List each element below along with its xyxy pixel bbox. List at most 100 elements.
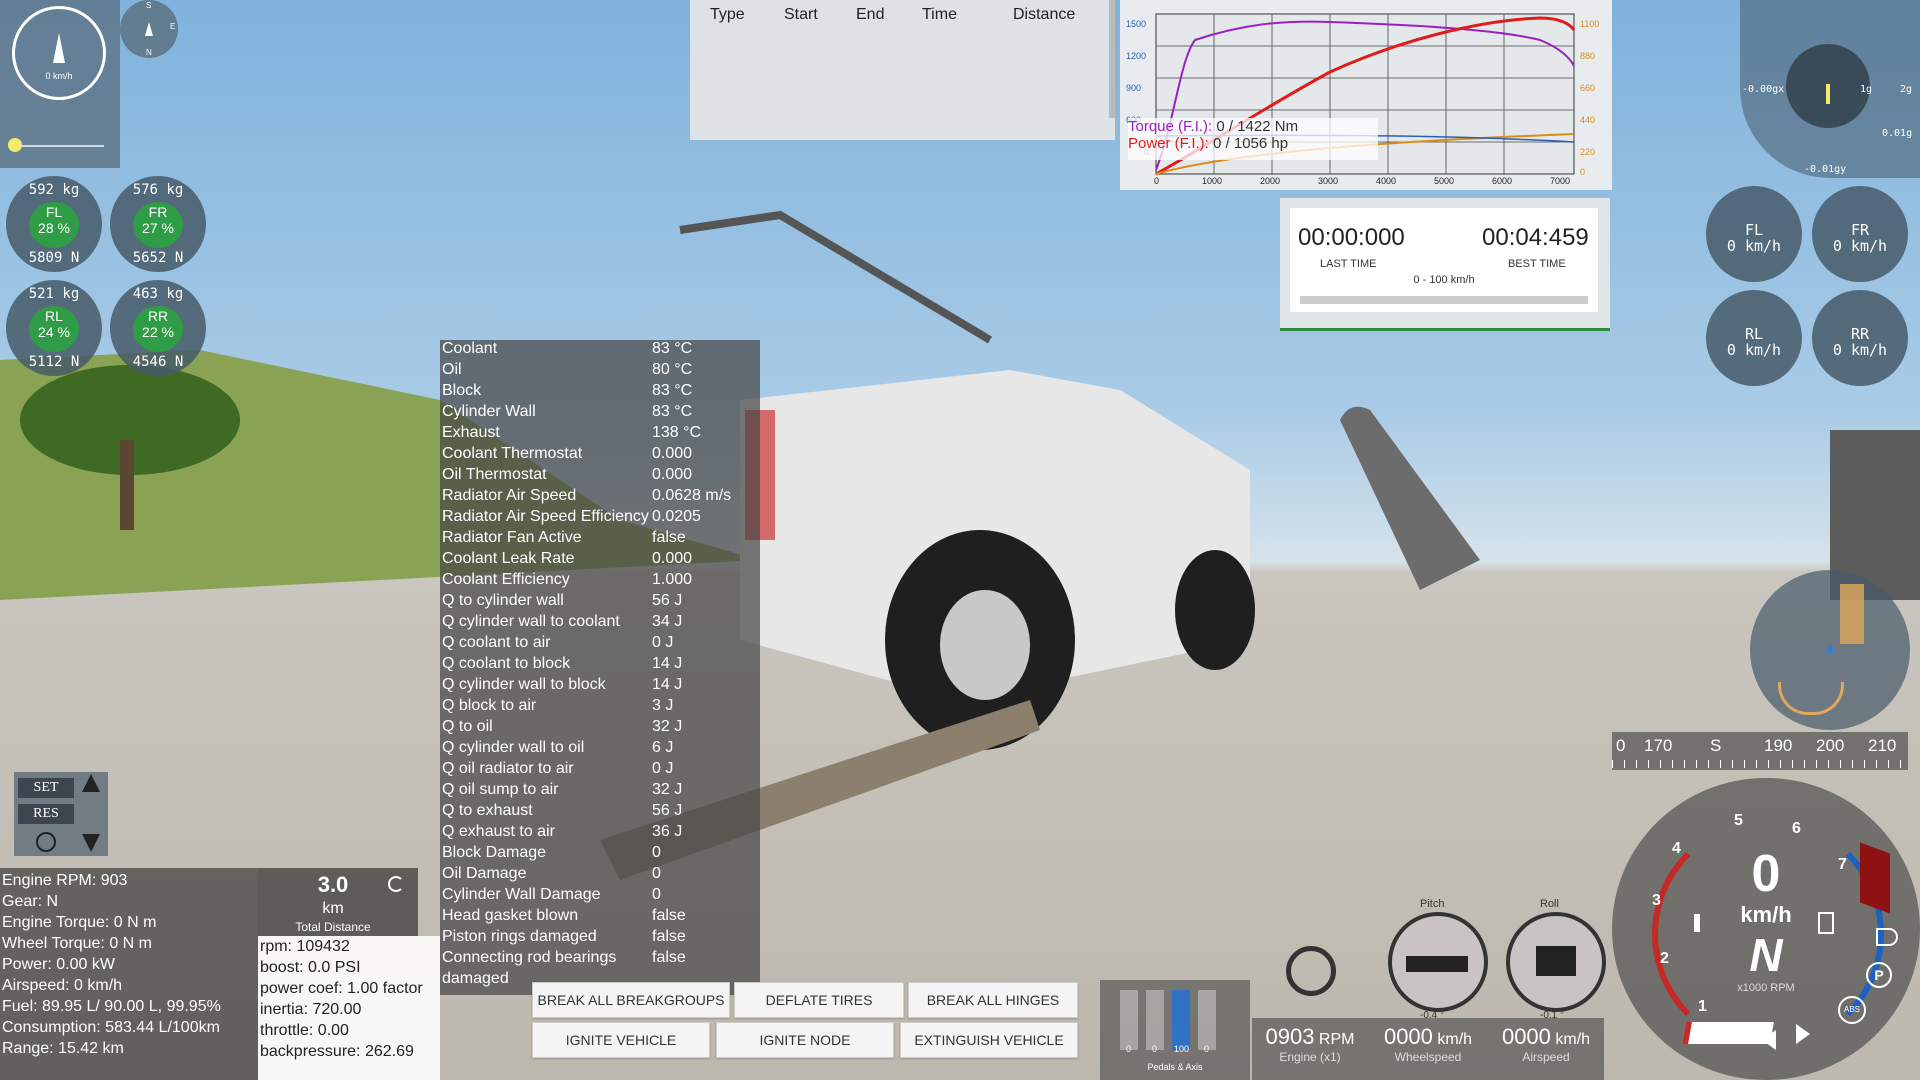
thermal-key: Piston rings damaged bbox=[442, 928, 597, 945]
ignite-vehicle-button[interactable]: IGNITE VEHICLE bbox=[532, 1022, 710, 1058]
thermal-key: Q oil sump to air bbox=[442, 781, 559, 798]
graph-legend: Torque (F.I.): 0 / 1422 Nm Power (F.I.):… bbox=[1128, 118, 1378, 160]
col-header-type: Type bbox=[710, 6, 745, 23]
g-force-x: -0.00gx bbox=[1742, 84, 1785, 95]
speed-readouts: 0903 RPM Engine (x1) 0000 km/h Wheelspeed … bbox=[1252, 1018, 1604, 1080]
thermal-row: Q exhaust to air 36 J bbox=[442, 823, 682, 844]
tick-label: 660 bbox=[1580, 83, 1596, 93]
readout-value: 0903 bbox=[1265, 1024, 1315, 1049]
thermal-key: Q cylinder wall to coolant bbox=[442, 613, 620, 630]
readout-unit: RPM bbox=[1318, 1031, 1355, 1048]
thermal-value: 0.000 bbox=[652, 550, 693, 567]
thermal-value: 83 °C bbox=[652, 382, 693, 399]
rpm-tick: 6 bbox=[1792, 820, 1801, 837]
thermal-value: false bbox=[652, 907, 686, 924]
thermal-value: 0 bbox=[652, 844, 661, 861]
speed-label: 0 km/h bbox=[45, 71, 73, 81]
pitch-indicator bbox=[1388, 912, 1488, 1012]
g-force-2g: 2g bbox=[1900, 84, 1913, 95]
thermal-value: 0 J bbox=[652, 634, 674, 651]
wheel-load-kg: 463 kg bbox=[132, 286, 184, 302]
distance-label: Total Distance bbox=[295, 920, 371, 934]
map-road-curve bbox=[1778, 682, 1844, 715]
col-header-time: Time bbox=[922, 6, 957, 23]
abs-icon: ABS bbox=[1838, 996, 1866, 1024]
speed-slider-handle[interactable] bbox=[8, 138, 22, 152]
extinguish-vehicle-button[interactable]: EXTINGUISH VEHICLE bbox=[900, 1022, 1078, 1058]
vehicle-info-line: Range: 15.42 km bbox=[2, 1040, 124, 1057]
g-force-y-neg: -0.01gy bbox=[1804, 164, 1847, 175]
tick-label: 1000 bbox=[1202, 176, 1223, 186]
wheel-speed-rl: RL 0 km/h bbox=[1706, 290, 1802, 386]
break-all-hinges-button[interactable]: BREAK ALL HINGES bbox=[908, 982, 1078, 1018]
wheel-speed-rr: RR 0 km/h bbox=[1812, 290, 1908, 386]
thermal-row: Head gasket blown false bbox=[442, 907, 686, 928]
speed-dial: 0 km/h bbox=[12, 6, 106, 100]
heading-tape: 0 170 S 190 200 210 bbox=[1612, 732, 1908, 770]
table-scrollbar[interactable] bbox=[1109, 0, 1115, 118]
vehicle-info-line: Gear: N bbox=[2, 893, 59, 910]
forced-induction-panel: rpm: 109432 boost: 0.0 PSI power coef: 1.0… bbox=[258, 936, 440, 1080]
tick-label: 0 bbox=[1154, 176, 1160, 186]
pedal-bar bbox=[1146, 990, 1164, 1050]
thermal-key: Coolant bbox=[442, 340, 498, 357]
thermal-row: Q cylinder wall to block 14 J bbox=[442, 676, 682, 697]
thermal-key: Q cylinder wall to oil bbox=[442, 739, 585, 756]
wheel-id: FL bbox=[45, 204, 63, 220]
engine-thermal-panel: Coolant 83 °C Oil 80 °C Block 83 °C Cylinder W… bbox=[440, 340, 760, 995]
wheel-speed: 0 km/h bbox=[1832, 341, 1888, 359]
thermal-value: 0.0205 bbox=[652, 508, 701, 525]
thermal-value: false bbox=[652, 529, 686, 546]
wheel-load-badge: FL 28 % bbox=[29, 202, 79, 248]
thermal-value: 83 °C bbox=[652, 403, 693, 420]
pedal-bar bbox=[1198, 990, 1216, 1050]
readout-label: Wheelspeed bbox=[1394, 1050, 1462, 1064]
thermal-key: Connecting rod bearings bbox=[442, 949, 617, 966]
thermal-value: 83 °C bbox=[652, 340, 693, 357]
parking-brake-icon: P bbox=[1866, 962, 1892, 988]
thermal-value: 0.000 bbox=[652, 466, 693, 483]
thermal-row: Exhaust 138 °C bbox=[442, 424, 701, 445]
truck-rear-icon bbox=[1536, 946, 1576, 976]
col-header-start: Start bbox=[784, 6, 818, 23]
headlight-icon bbox=[1876, 928, 1898, 946]
thermal-key: Q to exhaust bbox=[442, 802, 533, 819]
heading-tick: 190 bbox=[1764, 736, 1793, 755]
pedal-value: 0 bbox=[1204, 1044, 1210, 1054]
ignite-node-button[interactable]: IGNITE NODE bbox=[716, 1022, 894, 1058]
cruise-up-icon[interactable] bbox=[82, 774, 100, 792]
rpm-tick: 5 bbox=[1734, 812, 1743, 829]
thermal-row: Block 83 °C bbox=[442, 382, 692, 403]
pedals-title: Pedals & Axis bbox=[1147, 1062, 1203, 1072]
front-wheel bbox=[1175, 550, 1255, 670]
total-distance: 3.0 km Total Distance bbox=[258, 868, 418, 936]
thermal-value: 6 J bbox=[652, 739, 674, 756]
game-viewport[interactable]: 0 km/h S E N 592 kg FL 28 % 5809 N 576 kg… bbox=[0, 0, 1920, 1080]
player-marker-icon bbox=[1826, 644, 1834, 653]
minimap[interactable] bbox=[1750, 570, 1910, 730]
thermal-key: Cylinder Wall Damage bbox=[442, 886, 601, 903]
heading-tick: 210 bbox=[1868, 736, 1897, 755]
thermal-value: 34 J bbox=[652, 613, 683, 630]
cruise-set-button[interactable]: SET bbox=[18, 778, 74, 798]
thermal-key: Q cylinder wall to block bbox=[442, 676, 606, 693]
thermal-key: Q oil radiator to air bbox=[442, 760, 574, 777]
cruise-res-button[interactable]: RES bbox=[18, 804, 74, 824]
thermal-value: 36 J bbox=[652, 823, 683, 840]
tick-label: 1200 bbox=[1126, 51, 1147, 61]
thermal-row: Oil 80 °C bbox=[442, 361, 692, 382]
wheel-load-newtons: 5809 N bbox=[28, 250, 80, 266]
break-all-breakgroups-button[interactable]: BREAK ALL BREAKGROUPS bbox=[532, 982, 730, 1018]
thermal-row: Oil Damage 0 bbox=[442, 865, 661, 886]
deflate-tires-button[interactable]: DEFLATE TIRES bbox=[734, 982, 904, 1018]
timer-progress bbox=[1300, 296, 1588, 304]
thermal-row: damaged bbox=[442, 970, 509, 991]
wheel-pct: 24 % bbox=[38, 324, 70, 340]
vehicle-info-line: Airspeed: 0 km/h bbox=[2, 977, 123, 994]
speed-slider-track[interactable] bbox=[12, 145, 104, 147]
torque-power-graph: 1500 1200 900 600 0 1100 880 660 440 220… bbox=[1120, 0, 1612, 190]
readout-label: Airspeed bbox=[1522, 1050, 1570, 1064]
cruise-down-icon[interactable] bbox=[82, 834, 100, 852]
reset-distance-icon[interactable] bbox=[388, 876, 404, 892]
pitch-value: -0.4 ° bbox=[1420, 1010, 1445, 1021]
